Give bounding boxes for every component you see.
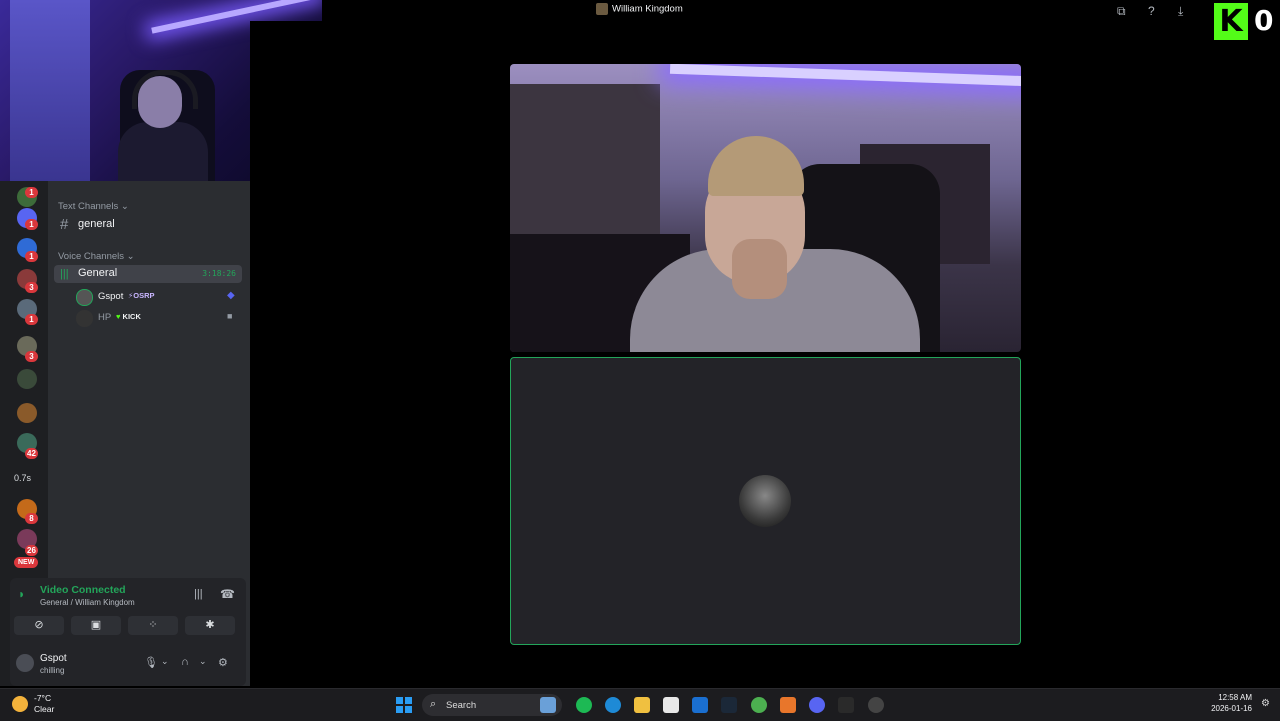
avatar[interactable] bbox=[16, 654, 34, 672]
soundboard-icon: ✱ bbox=[205, 619, 215, 631]
participant-cap bbox=[708, 136, 804, 196]
channel-name: General bbox=[78, 267, 118, 279]
hash-icon: # bbox=[60, 216, 69, 233]
app-icon[interactable] bbox=[780, 697, 796, 713]
channel-name: general bbox=[78, 218, 115, 230]
spotify-icon[interactable] bbox=[576, 697, 592, 713]
notification-badge: 1 bbox=[25, 251, 38, 262]
disconnect-icon[interactable]: ☎ bbox=[220, 587, 235, 601]
moon-weather-icon[interactable] bbox=[12, 696, 28, 712]
chevron-down-icon[interactable]: ⌄ bbox=[199, 656, 207, 667]
avatar bbox=[76, 310, 93, 327]
voice-location[interactable]: General / William Kingdom bbox=[40, 598, 135, 607]
file-explorer-icon[interactable] bbox=[634, 697, 650, 713]
screen-share-icon: ▣ bbox=[90, 619, 102, 631]
category-voice-channels[interactable]: Voice Channels ⌄ bbox=[58, 251, 135, 262]
user-panel: Gspot chilling 🎙︎ ⌄ ∩ ⌄ ⚙ bbox=[10, 648, 246, 684]
edge-icon[interactable] bbox=[605, 697, 621, 713]
notification-badge: 26 bbox=[25, 545, 38, 556]
notification-icon[interactable]: ⚙ bbox=[1261, 698, 1270, 709]
notification-badge: 1 bbox=[25, 219, 38, 230]
headphones-icon[interactable]: ∩ bbox=[181, 656, 189, 668]
microphone-icon[interactable]: 🎙︎ bbox=[144, 656, 158, 669]
notification-badge: 1 bbox=[25, 187, 38, 198]
voice-channel-general[interactable]: ||| General 3:18:26 bbox=[54, 265, 242, 283]
kick-logo: K bbox=[1214, 3, 1248, 40]
taskbar-search[interactable]: ⌕ Search bbox=[422, 694, 562, 716]
rail-text: 0.7s bbox=[14, 473, 32, 483]
widget-icon bbox=[540, 697, 556, 713]
notification-badge: 1 bbox=[25, 314, 38, 325]
gear-icon[interactable]: ⚙ bbox=[218, 656, 228, 669]
steam-icon[interactable] bbox=[721, 697, 737, 713]
voice-active-icon: ||| bbox=[60, 268, 69, 280]
server-icon[interactable] bbox=[17, 369, 37, 389]
help-icon[interactable]: ? bbox=[1148, 4, 1155, 18]
search-icon: ⌕ bbox=[430, 698, 437, 710]
member-name: HP bbox=[98, 312, 112, 323]
user-name[interactable]: Gspot bbox=[40, 653, 67, 664]
viewer-count: 0 bbox=[1254, 4, 1274, 37]
popout-icon[interactable]: ⧉ bbox=[1117, 4, 1126, 19]
start-button[interactable] bbox=[396, 697, 412, 713]
category-text-channels[interactable]: Text Channels ⌄ bbox=[58, 201, 129, 212]
clock-time[interactable]: 12:58 AM bbox=[1218, 693, 1252, 702]
search-placeholder: Search bbox=[446, 700, 477, 711]
terminal-icon[interactable] bbox=[838, 697, 854, 713]
channel-general-text[interactable]: # general bbox=[54, 216, 242, 234]
user-status: chilling bbox=[40, 666, 65, 675]
activities-button[interactable]: ⁘ bbox=[128, 616, 178, 635]
camera-icon: ■ bbox=[227, 311, 233, 321]
obs-icon[interactable] bbox=[868, 697, 884, 713]
weather-condition[interactable]: Clear bbox=[34, 704, 54, 714]
taskbar: -7°C Clear ⌕ Search 12:58 AM 2026-01-16 … bbox=[0, 688, 1280, 721]
new-badge: NEW bbox=[14, 557, 39, 568]
camera-off-button[interactable]: ⊘ bbox=[14, 616, 64, 635]
streamer-body bbox=[118, 122, 208, 181]
video-tile-self[interactable] bbox=[510, 357, 1021, 645]
led-light bbox=[669, 64, 1021, 87]
call-timer: 3:18:26 bbox=[202, 269, 236, 278]
voice-connection-panel: ◗ Video Connected General / William King… bbox=[10, 578, 246, 686]
member-tag: ♥ KICK bbox=[116, 312, 141, 321]
activity-icon: ◆ bbox=[227, 290, 235, 301]
screen-share-button[interactable]: ▣ bbox=[71, 616, 121, 635]
notification-badge: 3 bbox=[25, 282, 38, 293]
notification-badge: 42 bbox=[25, 448, 38, 459]
server-icon[interactable] bbox=[17, 403, 37, 423]
notification-badge: 3 bbox=[25, 351, 38, 362]
signal-icon[interactable]: ◗ bbox=[18, 587, 25, 601]
weather-temp[interactable]: -7°C bbox=[34, 693, 51, 703]
outlook-icon[interactable] bbox=[692, 697, 708, 713]
video-tile-participant[interactable] bbox=[510, 64, 1021, 352]
clock-date[interactable]: 2026-01-16 bbox=[1211, 704, 1252, 713]
voice-member[interactable]: HP ♥ KICK ■ bbox=[76, 309, 240, 327]
chevron-down-icon[interactable]: ⌄ bbox=[161, 656, 169, 667]
server-avatar bbox=[596, 3, 608, 15]
avatar bbox=[76, 289, 93, 306]
download-icon[interactable]: ⤓ bbox=[1178, 4, 1183, 19]
store-icon[interactable] bbox=[663, 697, 679, 713]
voice-member[interactable]: Gspot ⚡OSRP ◆ bbox=[76, 288, 240, 306]
activities-icon: ⁘ bbox=[148, 619, 158, 631]
participant-hand bbox=[732, 239, 787, 299]
avatar bbox=[739, 475, 791, 527]
camera-off-icon: ⊘ bbox=[34, 619, 44, 631]
chrome-icon[interactable] bbox=[751, 697, 767, 713]
notification-badge: 8 bbox=[25, 513, 38, 524]
member-tag: ⚡OSRP bbox=[128, 291, 155, 300]
noise-suppression-icon[interactable]: ||| bbox=[194, 588, 203, 600]
window-title: William Kingdom bbox=[596, 3, 683, 19]
discord-icon[interactable] bbox=[809, 697, 825, 713]
background-door bbox=[10, 0, 90, 181]
voice-status: Video Connected bbox=[40, 584, 126, 596]
soundboard-button[interactable]: ✱ bbox=[185, 616, 235, 635]
member-name: Gspot bbox=[98, 291, 124, 302]
